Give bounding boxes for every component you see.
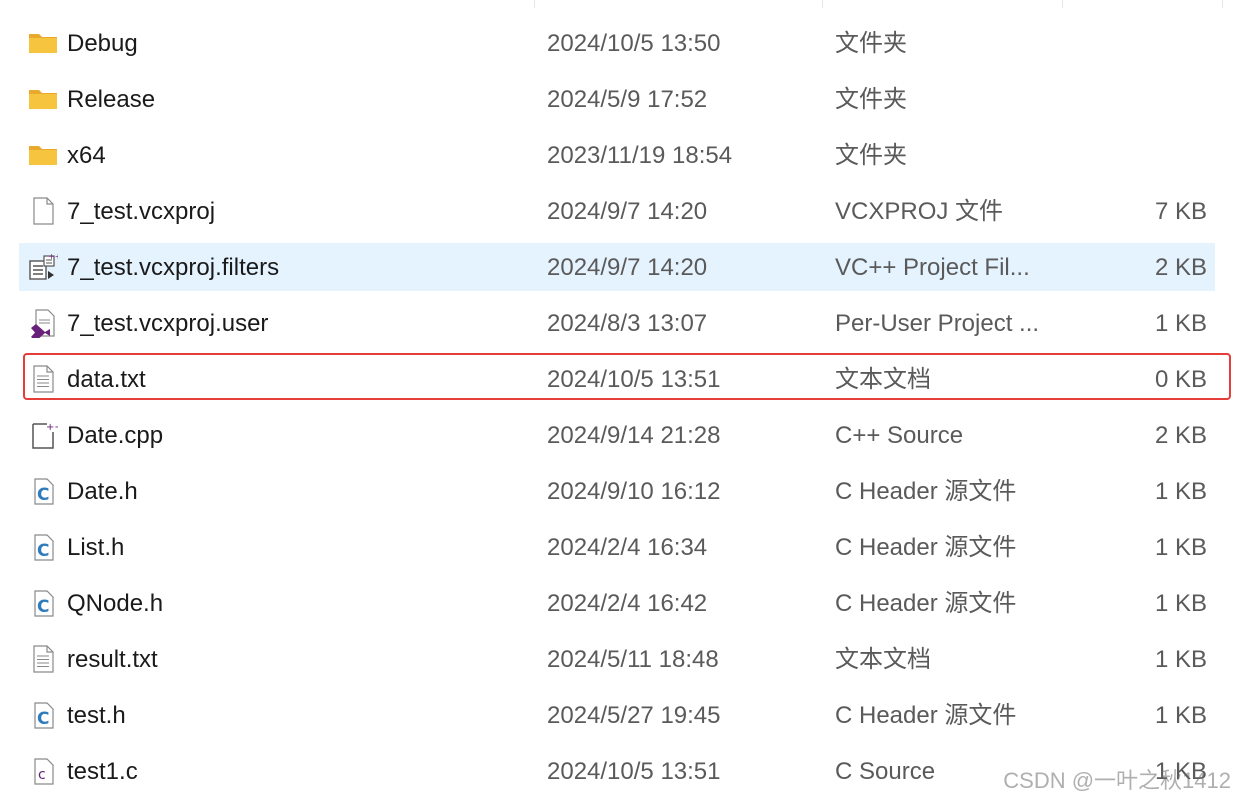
folder-icon xyxy=(28,28,58,58)
file-name: 7_test.vcxproj.user xyxy=(67,310,269,337)
file-size: 1 KB xyxy=(1154,478,1207,505)
file-type: VC++ Project Fil... xyxy=(835,254,1030,281)
column-divider-end[interactable] xyxy=(1222,0,1223,8)
svg-text:++: ++ xyxy=(46,422,58,433)
cpp-source-icon: ++ xyxy=(28,420,63,450)
file-date-modified: 2024/9/14 21:28 xyxy=(547,422,721,449)
svg-text:C: C xyxy=(37,597,49,617)
file-date-modified: 2024/8/3 13:07 xyxy=(547,310,708,337)
file-row[interactable]: 7_test.vcxproj 2024/9/7 14:20 VCXPROJ 文件 7 … xyxy=(0,184,1237,240)
file-date-modified: 2024/9/7 14:20 xyxy=(547,198,708,225)
file-name: Release xyxy=(67,86,156,113)
svg-text:C: C xyxy=(37,541,49,561)
file-explorer: Debug 2024/10/5 13:50 文件夹 Release 2024/5/9 … xyxy=(0,0,1237,801)
svg-text:C: C xyxy=(37,485,49,505)
file-type: C Header 源文件 xyxy=(835,590,1017,617)
folder-icon xyxy=(28,140,58,170)
file-size: 2 KB xyxy=(1154,254,1207,281)
file-type: C Header 源文件 xyxy=(835,702,1017,729)
file-row[interactable]: 7_test.vcxproj.user 2024/8/3 13:07 Per-Use… xyxy=(0,296,1237,352)
svg-text:C: C xyxy=(37,709,49,729)
c-header-icon: C xyxy=(28,532,58,562)
file-type: C++ Source xyxy=(835,422,964,449)
c-header-icon: C xyxy=(28,588,58,618)
file-date-modified: 2023/11/19 18:54 xyxy=(547,142,733,169)
file-row[interactable]: x64 2023/11/19 18:54 文件夹 xyxy=(0,128,1237,184)
file-date-modified: 2024/2/4 16:42 xyxy=(547,590,708,617)
file-name: Debug xyxy=(67,30,138,57)
file-size: 1 KB xyxy=(1154,646,1207,673)
file-date-modified: 2024/9/10 16:12 xyxy=(547,478,721,505)
file-row[interactable]: C QNode.h 2024/2/4 16:42 C Header 源文件 1 KB xyxy=(0,576,1237,632)
file-date-modified: 2024/2/4 16:34 xyxy=(547,534,708,561)
file-name: Date.h xyxy=(67,478,138,505)
file-name: List.h xyxy=(67,534,125,561)
file-row[interactable]: Debug 2024/10/5 13:50 文件夹 xyxy=(0,16,1237,72)
c-header-icon: C xyxy=(28,700,58,730)
file-date-modified: 2024/5/27 19:45 xyxy=(547,702,721,729)
file-size: 7 KB xyxy=(1154,198,1207,225)
file-size: 1 KB xyxy=(1154,590,1207,617)
file-row[interactable]: ++ Date.cpp 2024/9/14 21:28 C++ Source 2 KB xyxy=(0,408,1237,464)
file-size: 1 KB xyxy=(1154,534,1207,561)
c-header-icon: C xyxy=(28,476,58,506)
file-name: data.txt xyxy=(67,366,146,393)
file-date-modified: 2024/5/9 17:52 xyxy=(547,86,708,113)
watermark: CSDN @一叶之秋1412 xyxy=(1003,768,1231,793)
file-type: C Header 源文件 xyxy=(835,534,1017,561)
file-type: C Source xyxy=(835,758,936,785)
vcxproj-filters-icon: ++ xyxy=(28,252,61,282)
file-size: 0 KB xyxy=(1154,366,1207,393)
file-name: test.h xyxy=(67,702,126,729)
file-name: x64 xyxy=(67,142,106,169)
column-divider-type[interactable] xyxy=(822,0,823,8)
file-date-modified: 2024/5/11 18:48 xyxy=(547,646,719,673)
file-date-modified: 2024/9/7 14:20 xyxy=(547,254,708,281)
file-row[interactable]: ++ 7_test.vcxproj.filters 2024/9/7 14:20 V… xyxy=(0,240,1237,296)
file-name: Date.cpp xyxy=(67,422,164,449)
visual-studio-file-icon xyxy=(28,308,58,341)
file-row[interactable]: Release 2024/5/9 17:52 文件夹 xyxy=(0,72,1237,128)
file-size: 1 KB xyxy=(1154,310,1207,337)
column-divider-size[interactable] xyxy=(1062,0,1063,8)
svg-text:c: c xyxy=(38,767,46,783)
file-row[interactable]: result.txt 2024/5/11 18:48 文本文档 1 KB xyxy=(0,632,1237,688)
file-name: QNode.h xyxy=(67,590,164,617)
file-type: 文本文档 xyxy=(835,646,931,673)
text-file-icon xyxy=(28,364,58,394)
folder-icon xyxy=(28,84,58,114)
file-list: Debug 2024/10/5 13:50 文件夹 Release 2024/5/9 … xyxy=(0,16,1237,800)
file-date-modified: 2024/10/5 13:51 xyxy=(547,758,721,785)
file-size: 2 KB xyxy=(1154,422,1207,449)
file-name: 7_test.vcxproj.filters xyxy=(67,254,280,281)
c-source-icon: c xyxy=(28,756,58,786)
file-type: 文件夹 xyxy=(835,30,907,57)
file-type: 文件夹 xyxy=(835,142,907,169)
file-type: 文件夹 xyxy=(835,86,907,113)
file-row[interactable]: data.txt 2024/10/5 13:51 文本文档 0 KB xyxy=(0,352,1237,408)
file-type: VCXPROJ 文件 xyxy=(835,198,1004,225)
file-type: Per-User Project ... xyxy=(835,310,1040,337)
text-file-icon xyxy=(28,644,58,674)
file-row[interactable]: C test.h 2024/5/27 19:45 C Header 源文件 1 KB xyxy=(0,688,1237,744)
svg-text:++: ++ xyxy=(48,252,58,261)
file-name: 7_test.vcxproj xyxy=(67,198,216,225)
file-row[interactable]: C List.h 2024/2/4 16:34 C Header 源文件 1 KB xyxy=(0,520,1237,576)
column-divider-date[interactable] xyxy=(534,0,535,8)
file-size: 1 KB xyxy=(1154,702,1207,729)
file-row[interactable]: C Date.h 2024/9/10 16:12 C Header 源文件 1 KB xyxy=(0,464,1237,520)
file-name: result.txt xyxy=(67,646,158,673)
file-date-modified: 2024/10/5 13:51 xyxy=(547,366,721,393)
file-date-modified: 2024/10/5 13:50 xyxy=(547,30,721,57)
file-type: 文本文档 xyxy=(835,366,931,393)
blank-file-icon xyxy=(28,196,58,226)
file-type: C Header 源文件 xyxy=(835,478,1017,505)
file-name: test1.c xyxy=(67,758,138,785)
